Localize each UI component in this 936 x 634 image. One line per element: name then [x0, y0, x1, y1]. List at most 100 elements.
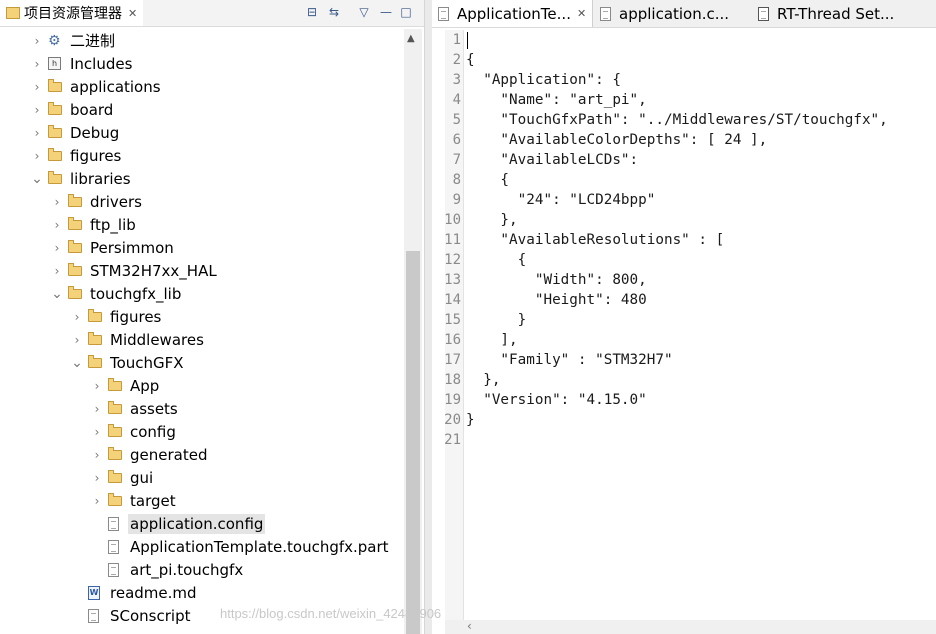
tree-item[interactable]: › board: [0, 98, 424, 121]
code-line: "Version": "4.15.0": [466, 392, 647, 408]
folder-icon: [108, 377, 128, 394]
tree-item-label: config: [130, 422, 176, 441]
chevron-down-icon[interactable]: ⌄: [70, 356, 84, 370]
view-menu-icon[interactable]: ▽: [356, 4, 372, 20]
tree-item[interactable]: art_pi.touchgfx: [0, 558, 424, 581]
chevron-right-icon[interactable]: ›: [50, 195, 64, 209]
folder-icon: [68, 239, 88, 256]
code-line: {: [466, 252, 527, 268]
file-icon: [438, 6, 452, 22]
chevron-right-icon[interactable]: ›: [30, 103, 44, 117]
chevron-down-icon[interactable]: ⌄: [30, 172, 44, 186]
chevron-right-icon[interactable]: ›: [50, 241, 64, 255]
tree-item[interactable]: › drivers: [0, 190, 424, 213]
tree-item[interactable]: › generated: [0, 443, 424, 466]
tree-item[interactable]: Wreadme.md: [0, 581, 424, 604]
chevron-right-icon[interactable]: ›: [70, 310, 84, 324]
file-icon: [108, 562, 128, 578]
editor-horizontal-scrollbar[interactable]: ‹: [445, 619, 936, 634]
code-line: "AvailableLCDs":: [466, 152, 639, 168]
tree-item[interactable]: › Persimmon: [0, 236, 424, 259]
close-icon[interactable]: ✕: [128, 7, 137, 20]
line-number: 14: [444, 292, 461, 308]
editor-tab[interactable]: ApplicationTe... ✕: [432, 0, 593, 27]
tree-item-label: SConscript: [110, 606, 191, 625]
code-editor[interactable]: { "Application": { "Name": "art_pi", "To…: [466, 30, 936, 620]
explorer-header: 项目资源管理器 ✕ ⊟ ⇆ ▽ — □: [0, 0, 424, 27]
tree-item[interactable]: › ⚙ 二进制: [0, 29, 424, 52]
scroll-up-icon[interactable]: ▲: [407, 33, 415, 44]
code-line: "AvailableColorDepths": [ 24 ],: [466, 132, 768, 148]
chevron-right-icon[interactable]: ›: [50, 264, 64, 278]
folder-icon: [48, 101, 68, 118]
line-number: 21: [444, 432, 461, 448]
tree-item[interactable]: › applications: [0, 75, 424, 98]
tree-item[interactable]: › STM32H7xx_HAL: [0, 259, 424, 282]
maximize-icon[interactable]: □: [398, 4, 414, 20]
scroll-left-icon[interactable]: ‹: [467, 619, 472, 633]
file-icon: [600, 6, 614, 22]
chevron-right-icon[interactable]: ›: [30, 80, 44, 94]
close-icon[interactable]: ✕: [577, 7, 586, 20]
folder-icon: [108, 400, 128, 417]
scroll-thumb[interactable]: [406, 251, 420, 634]
chevron-right-icon[interactable]: ›: [30, 149, 44, 163]
chevron-right-icon[interactable]: ›: [90, 448, 104, 462]
tree-item-label: drivers: [90, 192, 142, 211]
tree-item-label: STM32H7xx_HAL: [90, 261, 217, 280]
tree-item[interactable]: ⌄ TouchGFX: [0, 351, 424, 374]
line-number: 8: [452, 172, 461, 188]
tree-item[interactable]: ⌄ touchgfx_lib: [0, 282, 424, 305]
code-line: "Width": 800,: [466, 272, 647, 288]
chevron-right-icon[interactable]: ›: [90, 402, 104, 416]
tree-item-label: assets: [130, 399, 178, 418]
editor-tab[interactable]: RT-Thread Set...: [752, 0, 924, 27]
tree-item[interactable]: › assets: [0, 397, 424, 420]
chevron-right-icon[interactable]: ›: [50, 218, 64, 232]
tree-item-label: ApplicationTemplate.touchgfx.part: [130, 537, 389, 556]
code-line: "Name": "art_pi",: [466, 92, 647, 108]
chevron-down-icon[interactable]: ⌄: [50, 287, 64, 301]
chevron-right-icon[interactable]: ›: [90, 425, 104, 439]
line-number: 16: [444, 332, 461, 348]
tree-item[interactable]: › Middlewares: [0, 328, 424, 351]
chevron-right-icon[interactable]: ›: [70, 333, 84, 347]
editor-tab[interactable]: application.c...: [594, 0, 748, 27]
code-line: }: [466, 312, 527, 328]
tree-item[interactable]: › h Includes: [0, 52, 424, 75]
collapse-all-icon[interactable]: ⊟: [304, 4, 320, 20]
tree-item[interactable]: › gui: [0, 466, 424, 489]
tree-item[interactable]: › ftp_lib: [0, 213, 424, 236]
binaries-icon: ⚙: [48, 32, 61, 49]
tree-item[interactable]: › config: [0, 420, 424, 443]
line-number: 1: [452, 32, 461, 48]
tree-item[interactable]: ApplicationTemplate.touchgfx.part: [0, 535, 424, 558]
chevron-right-icon[interactable]: ›: [90, 471, 104, 485]
folder-icon: [108, 469, 128, 486]
tree-item[interactable]: › App: [0, 374, 424, 397]
tree-item-label: application.config: [128, 513, 266, 534]
minimize-icon[interactable]: —: [378, 4, 394, 20]
chevron-right-icon[interactable]: ›: [90, 494, 104, 508]
tree-item[interactable]: › figures: [0, 144, 424, 167]
explorer-vertical-scrollbar[interactable]: ▲: [404, 29, 422, 634]
tree-item-label: App: [130, 376, 160, 395]
folder-icon: [48, 147, 68, 164]
tree-item[interactable]: › Debug: [0, 121, 424, 144]
line-number: 7: [452, 152, 461, 168]
code-line: {: [466, 172, 510, 188]
tree-item[interactable]: ⌄ libraries: [0, 167, 424, 190]
tree-item[interactable]: › figures: [0, 305, 424, 328]
line-number: 9: [452, 192, 461, 208]
chevron-right-icon[interactable]: ›: [30, 34, 44, 48]
link-with-editor-icon[interactable]: ⇆: [326, 4, 342, 20]
tree-item-label: applications: [70, 77, 161, 96]
chevron-right-icon[interactable]: ›: [30, 57, 44, 71]
explorer-tab[interactable]: 项目资源管理器 ✕: [0, 0, 144, 26]
tree-item-label: Includes: [70, 54, 133, 73]
chevron-right-icon[interactable]: ›: [30, 126, 44, 140]
tree-item[interactable]: application.config: [0, 512, 424, 535]
tree-item[interactable]: › target: [0, 489, 424, 512]
chevron-right-icon[interactable]: ›: [90, 379, 104, 393]
project-explorer-panel: 项目资源管理器 ✕ ⊟ ⇆ ▽ — □ › ⚙ 二进制 › h Includes › appl…: [0, 0, 424, 634]
